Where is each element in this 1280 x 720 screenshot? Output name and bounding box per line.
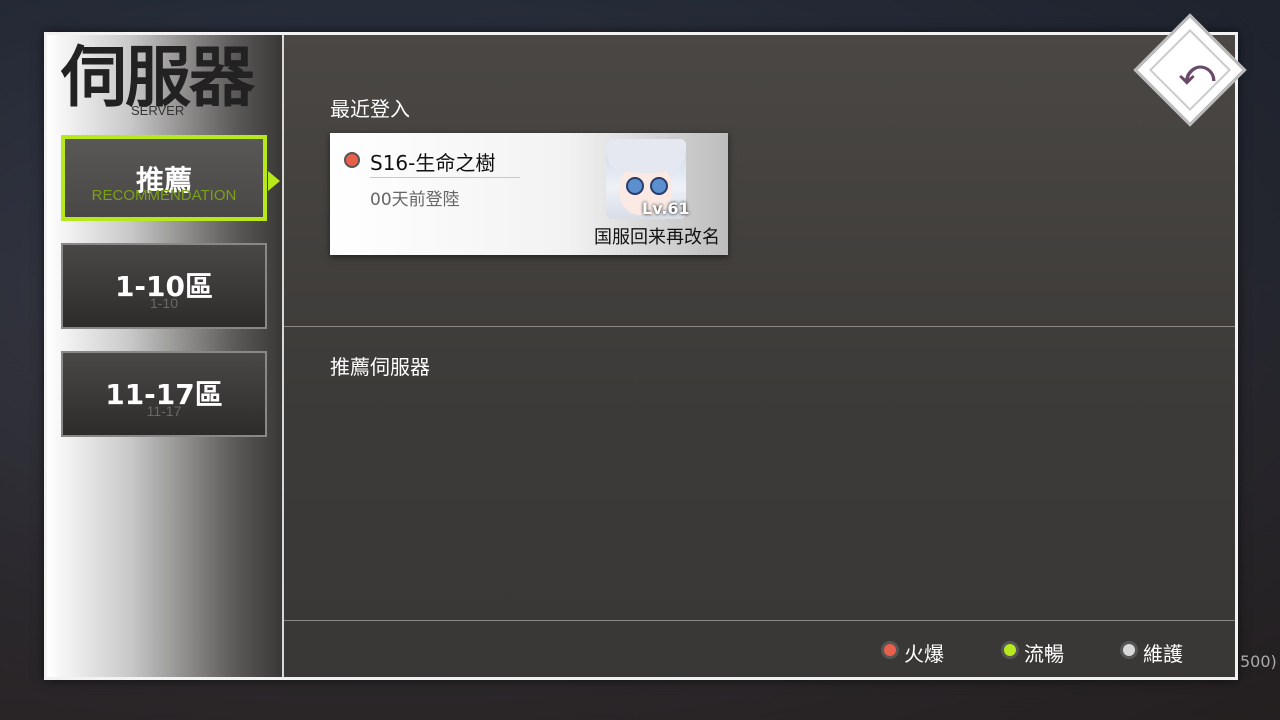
- recent-login-title: 最近登入: [330, 97, 410, 121]
- recommended-servers-title: 推薦伺服器: [330, 355, 430, 379]
- tab-recommendation[interactable]: 推薦 RECOMMENDATION: [61, 135, 267, 221]
- player-level: Lv.61: [642, 199, 690, 218]
- tab-1-10[interactable]: 1-10區 1-10: [61, 243, 267, 329]
- legend-maintenance-label: 維護: [1143, 642, 1183, 666]
- player-nickname: 国服回来再改名: [594, 227, 720, 248]
- server-select-panel: 伺服器 SERVER 推薦 RECOMMENDATION 1-10區 1-10 …: [44, 32, 1238, 680]
- sidebar: 伺服器 SERVER 推薦 RECOMMENDATION 1-10區 1-10 …: [47, 35, 284, 677]
- status-hot-icon: [344, 152, 360, 168]
- back-arrow-icon: ⤺: [1178, 53, 1216, 93]
- legend-hot-icon: [881, 641, 899, 659]
- section-divider: [284, 326, 1235, 327]
- legend-hot-label: 火爆: [904, 642, 944, 666]
- server-name: S16-生命之樹: [370, 151, 496, 175]
- tab-11-17[interactable]: 11-17區 11-17: [61, 351, 267, 437]
- tab-sublabel: 11-17: [146, 403, 182, 419]
- tab-sublabel: RECOMMENDATION: [91, 187, 237, 204]
- last-login-time: 00天前登陸: [370, 190, 460, 210]
- card-divider: [370, 177, 520, 178]
- tab-sublabel: 1-10: [149, 295, 179, 311]
- footer-divider: [284, 620, 1235, 621]
- server-content: 最近登入 S16-生命之樹 00天前登陸 Lv.61 国服回来再改名 推薦伺服器: [284, 35, 1235, 677]
- page-subtitle: SERVER: [131, 103, 185, 118]
- active-tab-arrow-icon: [268, 171, 280, 191]
- legend-smooth-label: 流暢: [1024, 642, 1064, 666]
- recent-server-card[interactable]: S16-生命之樹 00天前登陸 Lv.61 国服回来再改名: [330, 133, 728, 255]
- legend-smooth-icon: [1001, 641, 1019, 659]
- legend-maintenance-icon: [1120, 641, 1138, 659]
- edge-text: 500): [1240, 652, 1277, 671]
